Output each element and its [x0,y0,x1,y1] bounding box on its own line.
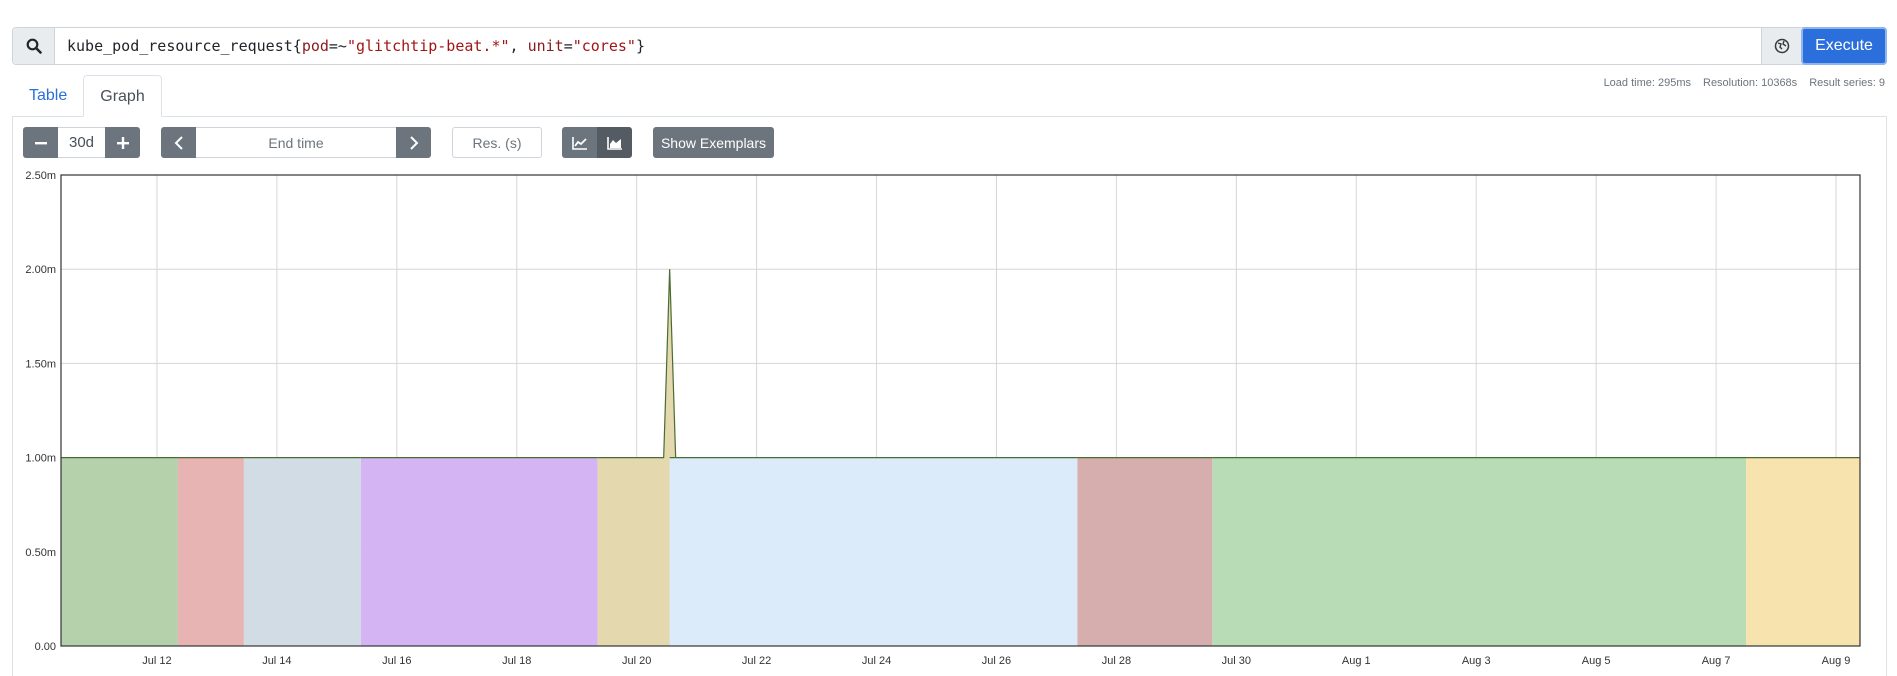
x-tick-label: Jul 22 [742,655,771,667]
end-time-back-button[interactable] [161,127,196,158]
y-tick-label: 1.00m [25,453,56,465]
query-metric: kube_pod_resource_request [67,37,293,55]
series-area[interactable] [243,457,361,646]
query-value-unit: "cores" [572,37,636,55]
graph-controls: 30d End time Res. (s) Show Exemplars [23,127,1883,158]
x-tick-label: Aug 5 [1582,655,1611,667]
x-tick-label: Jul 24 [862,655,891,667]
series-area[interactable] [61,457,178,646]
x-tick-label: Jul 28 [1102,655,1131,667]
expression-input[interactable]: kube_pod_resource_request{pod =~ "glitchti… [55,28,1761,64]
x-tick-label: Jul 30 [1222,655,1251,667]
y-tick-label: 0.00 [35,641,56,653]
end-time-forward-button[interactable] [396,127,431,158]
resolution: Resolution: 10368s [1703,77,1798,89]
x-tick-label: Jul 12 [142,655,171,667]
chevron-left-icon [174,135,183,150]
resolution-input[interactable]: Res. (s) [452,127,542,158]
series-area[interactable] [1077,457,1213,646]
query-op-1: =~ [328,37,347,55]
unstacked-chart-button[interactable] [562,127,597,158]
decrease-range-button[interactable] [23,127,58,158]
query-label-unit: unit [527,37,564,55]
end-time-input[interactable]: End time [196,127,396,158]
x-tick-label: Aug 9 [1822,655,1851,667]
chevron-right-icon [409,135,418,150]
globe-icon[interactable] [1761,28,1801,64]
y-tick-label: 1.50m [25,358,56,370]
show-exemplars-button[interactable]: Show Exemplars [653,127,774,158]
query-separator: , [509,37,528,55]
tab-graph[interactable]: Graph [83,75,162,117]
y-tick-label: 2.50m [25,170,56,182]
line-chart-icon [571,136,587,150]
y-tick-label: 2.00m [25,264,56,276]
tab-table[interactable]: Table [13,75,83,117]
increase-range-button[interactable] [105,127,140,158]
query-stats: Load time: 295ms Resolution: 10368s Resu… [1604,77,1885,89]
x-tick-label: Jul 18 [502,655,531,667]
series-area[interactable] [669,457,1078,646]
series-area[interactable] [1212,457,1747,646]
x-tick-label: Jul 16 [382,655,411,667]
series-area[interactable] [177,457,244,646]
series-area[interactable] [1746,457,1860,646]
execute-button[interactable]: Execute [1801,27,1887,65]
x-tick-label: Jul 20 [622,655,651,667]
search-icon [13,28,55,64]
stacked-area-chart-icon [606,136,622,150]
query-label-pod: pod [301,37,329,55]
x-tick-label: Jul 26 [982,655,1011,667]
result-series: Result series: 9 [1809,77,1885,89]
expression-bar: kube_pod_resource_request{pod =~ "glitchti… [12,27,1887,65]
minus-icon [34,141,47,144]
x-tick-label: Jul 14 [262,655,291,667]
x-tick-label: Aug 1 [1342,655,1371,667]
load-time: Load time: 295ms [1603,77,1691,89]
series-area[interactable] [360,457,598,646]
query-value-pod: "glitchtip-beat.*" [346,37,510,55]
plus-icon [116,136,129,149]
y-tick-label: 0.50m [25,547,56,559]
x-tick-label: Aug 7 [1702,655,1731,667]
query-op-2: = [563,37,573,55]
range-input[interactable]: 30d [58,127,105,158]
graph-chart[interactable]: 0.00 0.50m 1.00m 1.50m 2.00m 2.50m Jul 12 Jul 1… [0,165,1897,676]
stacked-chart-button[interactable] [597,127,632,158]
x-tick-label: Aug 3 [1462,655,1491,667]
view-tabs: Table Graph [13,75,162,117]
